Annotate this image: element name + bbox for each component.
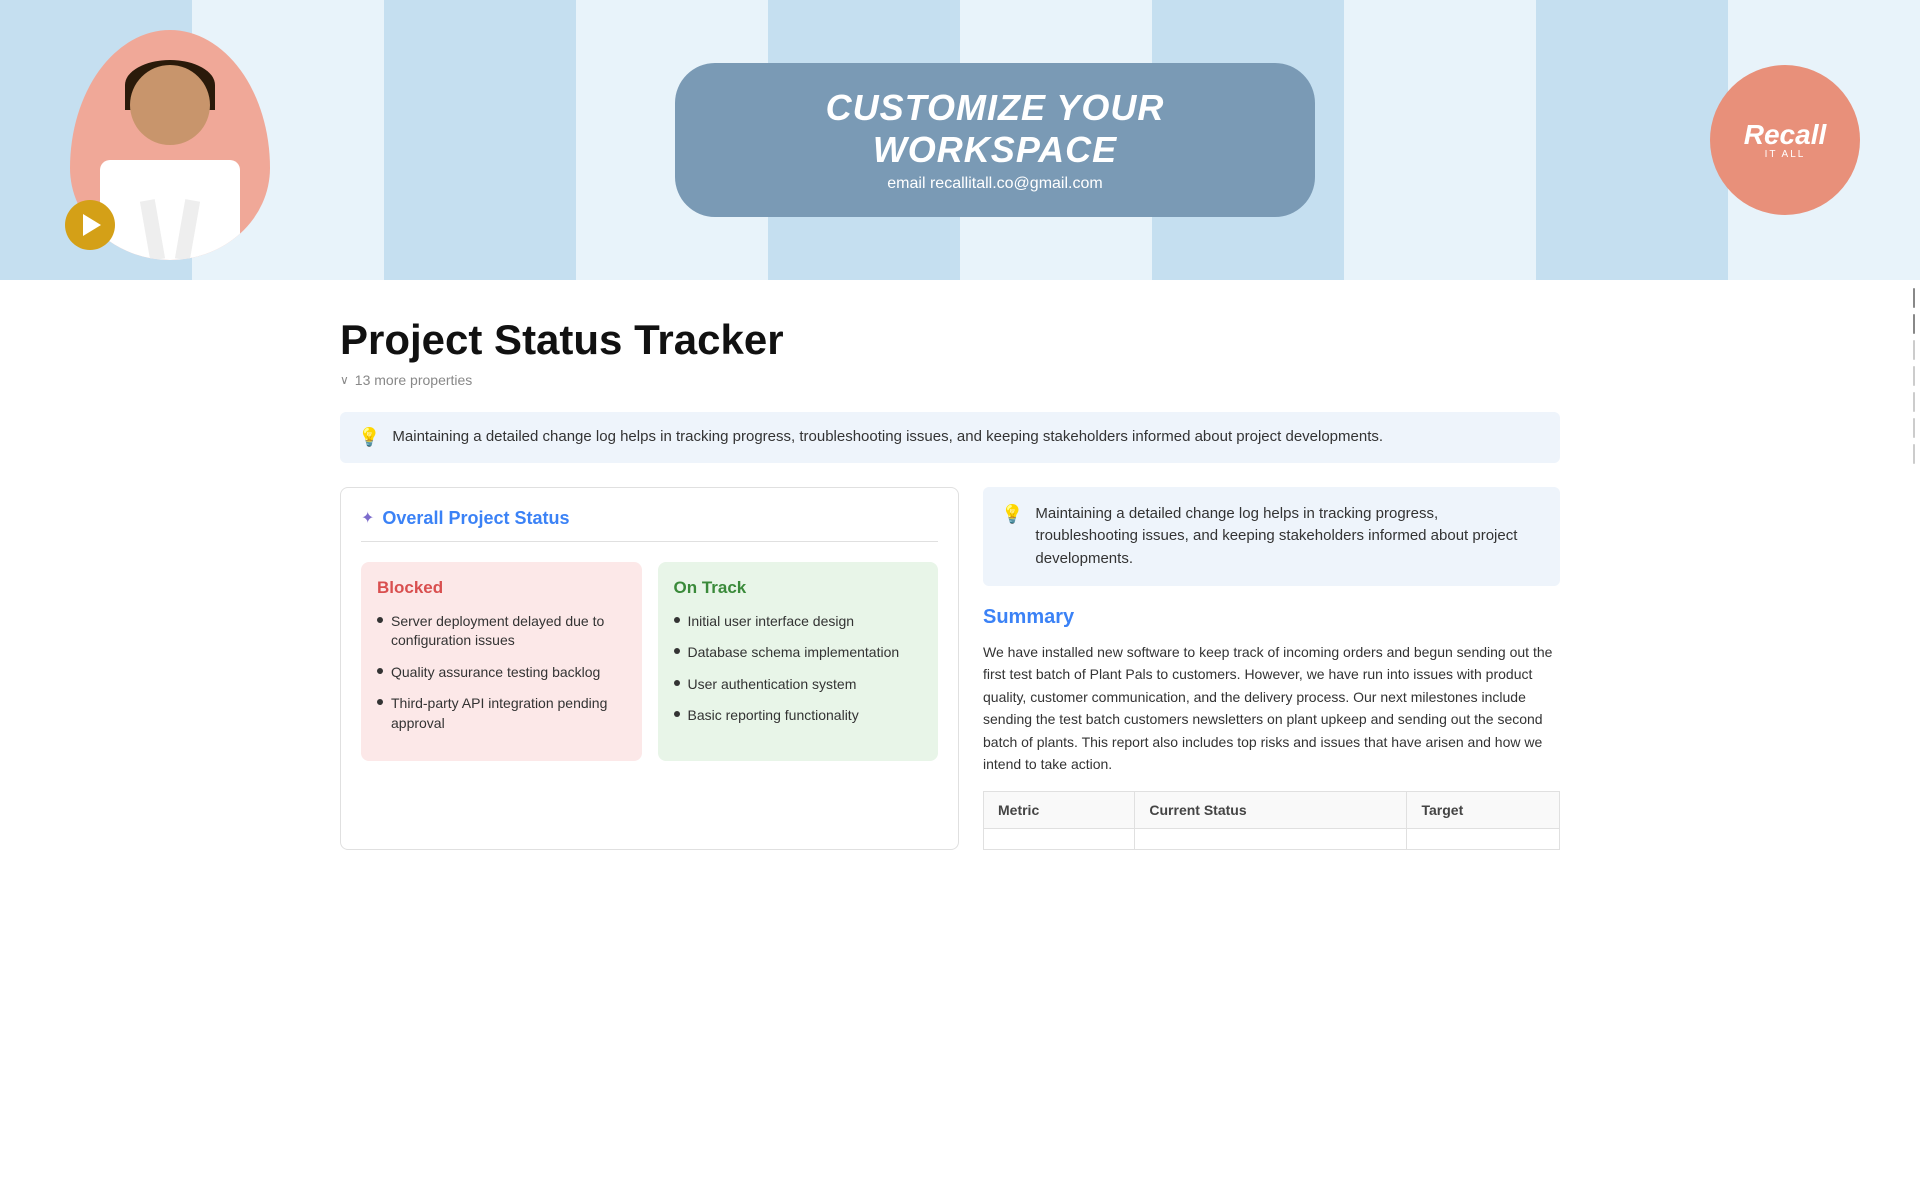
panel-header: ✦ Overall Project Status [361, 508, 938, 542]
banner-title-box: CUSTOMIZE YOUR WORKSPACE email recallita… [675, 63, 1315, 217]
scrollbar-line-4 [1913, 366, 1915, 386]
summary-text: We have installed new software to keep t… [983, 641, 1560, 775]
ontrack-item-2-text: Database schema implementation [688, 643, 900, 663]
banner-center: CUSTOMIZE YOUR WORKSPACE email recallita… [280, 63, 1710, 217]
right-panel: 💡 Maintaining a detailed change log help… [983, 487, 1560, 851]
content-area: Project Status Tracker ∨ 13 more propert… [340, 280, 1580, 870]
top-callout: 💡 Maintaining a detailed change log help… [340, 412, 1560, 463]
banner-logo-text: Recall [1744, 121, 1827, 149]
banner-email: email recallitall.co@gmail.com [725, 175, 1265, 193]
project-status-panel: ✦ Overall Project Status Blocked Server … [340, 487, 959, 851]
blocked-item-3: Third-party API integration pending appr… [377, 694, 626, 733]
top-callout-text: Maintaining a detailed change log helps … [392, 426, 1383, 449]
banner-content: CUSTOMIZE YOUR WORKSPACE email recallita… [0, 20, 1920, 260]
properties-toggle-label: 13 more properties [355, 372, 473, 388]
blocked-item-2: Quality assurance testing backlog [377, 663, 626, 683]
target-col-header: Target [1407, 792, 1560, 829]
blocked-item-1: Server deployment delayed due to configu… [377, 612, 626, 651]
person-strap-right [175, 199, 200, 260]
ontrack-title: On Track [674, 578, 923, 598]
blocked-item-3-text: Third-party API integration pending appr… [391, 694, 626, 733]
target-cell [1407, 829, 1560, 850]
summary-section: Summary We have installed new software t… [983, 606, 1560, 850]
person-head [130, 65, 210, 145]
bullet-icon [377, 617, 383, 623]
bullet-icon [377, 668, 383, 674]
scrollbar-line-5 [1913, 392, 1915, 412]
ontrack-item-1-text: Initial user interface design [688, 612, 855, 632]
bullet-icon [674, 617, 680, 623]
table-row [984, 829, 1560, 850]
chevron-down-icon: ∨ [340, 373, 349, 387]
play-button[interactable] [65, 200, 115, 250]
page-title: Project Status Tracker [340, 316, 1560, 364]
summary-title: Summary [983, 606, 1560, 629]
sparkle-icon: ✦ [361, 508, 374, 528]
blocked-title: Blocked [377, 578, 626, 598]
metrics-table: Metric Current Status Target [983, 791, 1560, 850]
bullet-icon [674, 680, 680, 686]
current-status-col-header: Current Status [1135, 792, 1407, 829]
person-body [100, 160, 240, 260]
blocked-item-2-text: Quality assurance testing backlog [391, 663, 600, 683]
two-column-layout: ✦ Overall Project Status Blocked Server … [340, 487, 1560, 851]
metric-col-header: Metric [984, 792, 1135, 829]
ontrack-item-4: Basic reporting functionality [674, 706, 923, 726]
properties-toggle[interactable]: ∨ 13 more properties [340, 372, 1560, 388]
ontrack-column: On Track Initial user interface design D… [658, 562, 939, 762]
scrollbar-track[interactable] [1908, 280, 1920, 680]
lightbulb-icon-right: 💡 [1001, 504, 1023, 525]
banner-logo-subtext: IT ALL [1765, 149, 1806, 160]
scrollbar-line-2 [1913, 314, 1915, 334]
blocked-item-1-text: Server deployment delayed due to configu… [391, 612, 626, 651]
ontrack-item-3-text: User authentication system [688, 675, 857, 695]
person-strap-left [140, 199, 165, 260]
bullet-icon [674, 648, 680, 654]
right-callout-text: Maintaining a detailed change log helps … [1035, 503, 1542, 571]
scrollbar-line-3 [1913, 340, 1915, 360]
ontrack-item-4-text: Basic reporting functionality [688, 706, 859, 726]
blocked-column: Blocked Server deployment delayed due to… [361, 562, 642, 762]
scrollbar-line-7 [1913, 444, 1915, 464]
scrollbar-line-6 [1913, 418, 1915, 438]
main-container: Project Status Tracker ∨ 13 more propert… [280, 280, 1640, 870]
status-columns: Blocked Server deployment delayed due to… [361, 562, 938, 762]
current-status-cell [1135, 829, 1407, 850]
ontrack-item-3: User authentication system [674, 675, 923, 695]
ontrack-item-1: Initial user interface design [674, 612, 923, 632]
banner-main-title: CUSTOMIZE YOUR WORKSPACE [725, 87, 1265, 171]
banner-avatar-wrap [60, 20, 280, 260]
lightbulb-icon: 💡 [358, 427, 380, 448]
metric-cell [984, 829, 1135, 850]
right-callout: 💡 Maintaining a detailed change log help… [983, 487, 1560, 587]
banner-logo: Recall IT ALL [1710, 65, 1860, 215]
banner: CUSTOMIZE YOUR WORKSPACE email recallita… [0, 0, 1920, 280]
bullet-icon [377, 699, 383, 705]
panel-title: Overall Project Status [382, 508, 569, 529]
scrollbar-line-1 [1913, 288, 1915, 308]
bullet-icon [674, 711, 680, 717]
ontrack-item-2: Database schema implementation [674, 643, 923, 663]
